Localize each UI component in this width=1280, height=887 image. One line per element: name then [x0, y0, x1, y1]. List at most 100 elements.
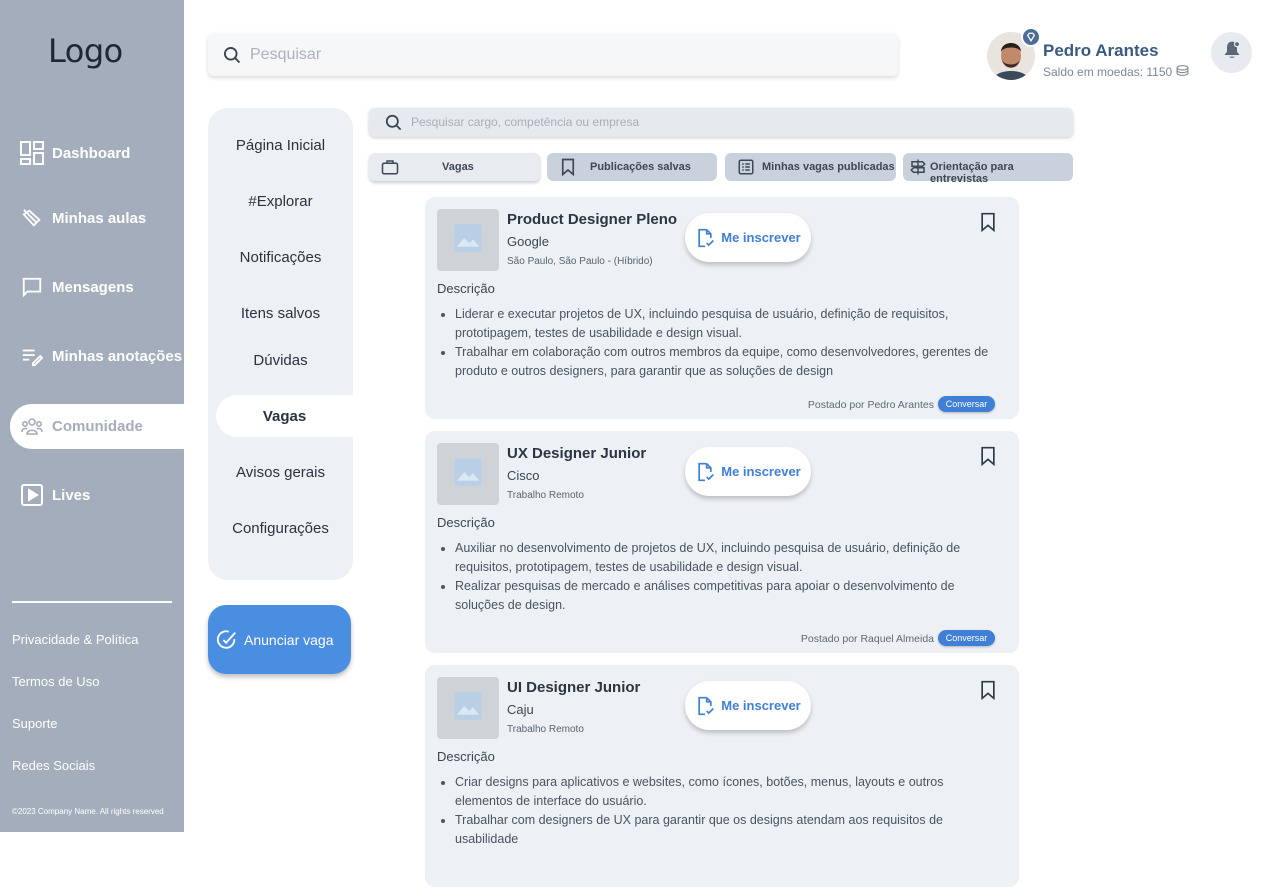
list-icon: [737, 158, 755, 179]
job-location: São Paulo, São Paulo - (Híbrido): [507, 256, 653, 267]
footer-link-social[interactable]: Redes Sociais: [12, 758, 95, 773]
bookmark-icon[interactable]: [978, 211, 998, 238]
apply-label: Me inscrever: [721, 230, 801, 245]
coin-balance-text: Saldo em moedas: 1150: [1043, 65, 1173, 79]
description-bullet: Liderar e executar projetos de UX, inclu…: [455, 305, 995, 343]
description-bullet: Trabalhar em colaboração com outros memb…: [455, 343, 995, 381]
description-list: Criar designs para aplicativos e website…: [455, 773, 995, 849]
search-icon: [222, 45, 242, 70]
dashboard-icon: [20, 141, 44, 165]
description-bullet: Realizar pesquisas de mercado e análises…: [455, 577, 995, 615]
job-title[interactable]: UX Designer Junior: [507, 445, 646, 462]
company-logo-placeholder: [437, 443, 499, 505]
sidebar-item-label: Lives: [52, 486, 91, 504]
search-icon: [384, 113, 403, 135]
footer-link-privacy[interactable]: Privacidade & Política: [12, 632, 138, 647]
description-list: Auxiliar no desenvolvimento de projetos …: [455, 539, 995, 615]
job-card: Product Designer Pleno Google São Paulo,…: [425, 197, 1019, 419]
description-list: Liderar e executar projetos de UX, inclu…: [455, 305, 995, 381]
community-nav-explore[interactable]: #Explorar: [208, 193, 353, 210]
job-title[interactable]: Product Designer Pleno: [507, 211, 677, 228]
job-company: Google: [507, 234, 549, 249]
play-icon: [20, 483, 44, 507]
tab-label: Minhas vagas publicadas: [762, 161, 895, 173]
bell-icon: [1222, 39, 1242, 66]
chat-button[interactable]: Conversar: [938, 396, 995, 412]
image-icon: [453, 691, 483, 726]
copyright: ©2023 Company Name. All rights reserved: [12, 807, 164, 816]
community-nav-notifications[interactable]: Notificações: [208, 249, 353, 266]
footer-link-terms[interactable]: Termos de Uso: [12, 674, 99, 689]
apply-button[interactable]: Me inscrever: [685, 681, 811, 730]
sidebar-item-label: Minhas anotações: [52, 347, 183, 365]
briefcase-icon: [381, 158, 399, 179]
post-job-button[interactable]: Anunciar vaga: [208, 605, 351, 674]
image-icon: [453, 223, 483, 258]
check-circle-icon: [216, 629, 238, 651]
apply-label: Me inscrever: [721, 464, 801, 479]
job-card: UX Designer Junior Cisco Trabalho Remoto…: [425, 431, 1019, 653]
job-title[interactable]: UI Designer Junior: [507, 679, 640, 696]
apply-doc-icon: [695, 696, 715, 716]
tab-label: Publicações salvas: [590, 161, 691, 173]
post-job-label: Anunciar vaga: [244, 631, 334, 648]
community-icon: [20, 415, 44, 439]
bookmark-icon[interactable]: [978, 679, 998, 706]
job-card: UI Designer Junior Caju Trabalho Remoto …: [425, 665, 1019, 887]
posted-by: Postado por Raquel Almeida: [800, 633, 934, 645]
apply-button[interactable]: Me inscrever: [685, 213, 811, 262]
notifications-button[interactable]: [1211, 32, 1252, 73]
community-nav-questions[interactable]: Dúvidas: [208, 352, 353, 369]
job-location: Trabalho Remoto: [507, 724, 584, 735]
sidebar-item-messages[interactable]: Mensagens: [0, 265, 184, 309]
description-heading: Descrição: [437, 515, 495, 530]
tab-saved-posts[interactable]: Publicações salvas: [547, 153, 717, 181]
community-nav-home[interactable]: Página Inicial: [208, 137, 353, 154]
sidebar-item-dashboard[interactable]: Dashboard: [0, 131, 184, 175]
sidebar-item-label: Mensagens: [52, 278, 134, 296]
user-name: Pedro Arantes: [1043, 41, 1159, 60]
bookmark-icon: [559, 158, 577, 179]
tab-my-published-jobs[interactable]: Minhas vagas publicadas: [725, 153, 896, 181]
sidebar-item-label: Dashboard: [52, 144, 131, 162]
chat-button[interactable]: Conversar: [938, 630, 995, 646]
coin-balance: Saldo em moedas: 1150: [1043, 65, 1189, 79]
sidebar-item-lessons[interactable]: Minhas aulas: [0, 196, 184, 240]
tab-interview-guidance[interactable]: Orientação para entrevistas: [903, 153, 1073, 185]
sidebar-item-community[interactable]: Comunidade: [10, 404, 184, 449]
apply-doc-icon: [695, 462, 715, 482]
sidebar-item-notes[interactable]: Minhas anotações: [0, 334, 184, 378]
tab-jobs[interactable]: Vagas: [369, 153, 540, 181]
job-company: Cisco: [507, 468, 540, 483]
description-heading: Descrição: [437, 749, 495, 764]
logo[interactable]: Logo: [48, 32, 123, 70]
notes-icon: [20, 344, 44, 368]
sidebar-item-lives[interactable]: Lives: [0, 473, 184, 517]
posted-by: Postado por Pedro Arantes: [807, 399, 934, 411]
global-search-input[interactable]: Pesquisar: [208, 33, 898, 76]
premium-badge-icon: [1021, 27, 1041, 47]
footer-link-support[interactable]: Suporte: [12, 716, 58, 731]
lessons-icon: [20, 206, 44, 230]
sidebar-divider: [12, 601, 172, 603]
coins-icon: [1176, 65, 1189, 79]
apply-doc-icon: [695, 228, 715, 248]
job-search-input[interactable]: Pesquisar cargo, competência ou empresa: [369, 108, 1073, 137]
search-placeholder: Pesquisar: [250, 46, 322, 63]
signpost-icon: [909, 158, 927, 179]
community-nav-saved[interactable]: Itens salvos: [208, 305, 353, 322]
community-nav-announcements[interactable]: Avisos gerais: [208, 464, 353, 481]
description-bullet: Criar designs para aplicativos e website…: [455, 773, 995, 811]
sidebar: Logo Dashboard Minhas aulas Mensagens Mi…: [0, 0, 184, 832]
tab-label: Vagas: [442, 161, 474, 173]
job-search-placeholder: Pesquisar cargo, competência ou empresa: [411, 115, 640, 129]
company-logo-placeholder: [437, 209, 499, 271]
message-icon: [20, 275, 44, 299]
community-nav-settings[interactable]: Configurações: [208, 520, 353, 537]
community-nav-jobs[interactable]: Vagas: [216, 395, 353, 437]
apply-button[interactable]: Me inscrever: [685, 447, 811, 496]
sidebar-item-label: Comunidade: [52, 418, 143, 435]
description-heading: Descrição: [437, 281, 495, 296]
bookmark-icon[interactable]: [978, 445, 998, 472]
apply-label: Me inscrever: [721, 698, 801, 713]
